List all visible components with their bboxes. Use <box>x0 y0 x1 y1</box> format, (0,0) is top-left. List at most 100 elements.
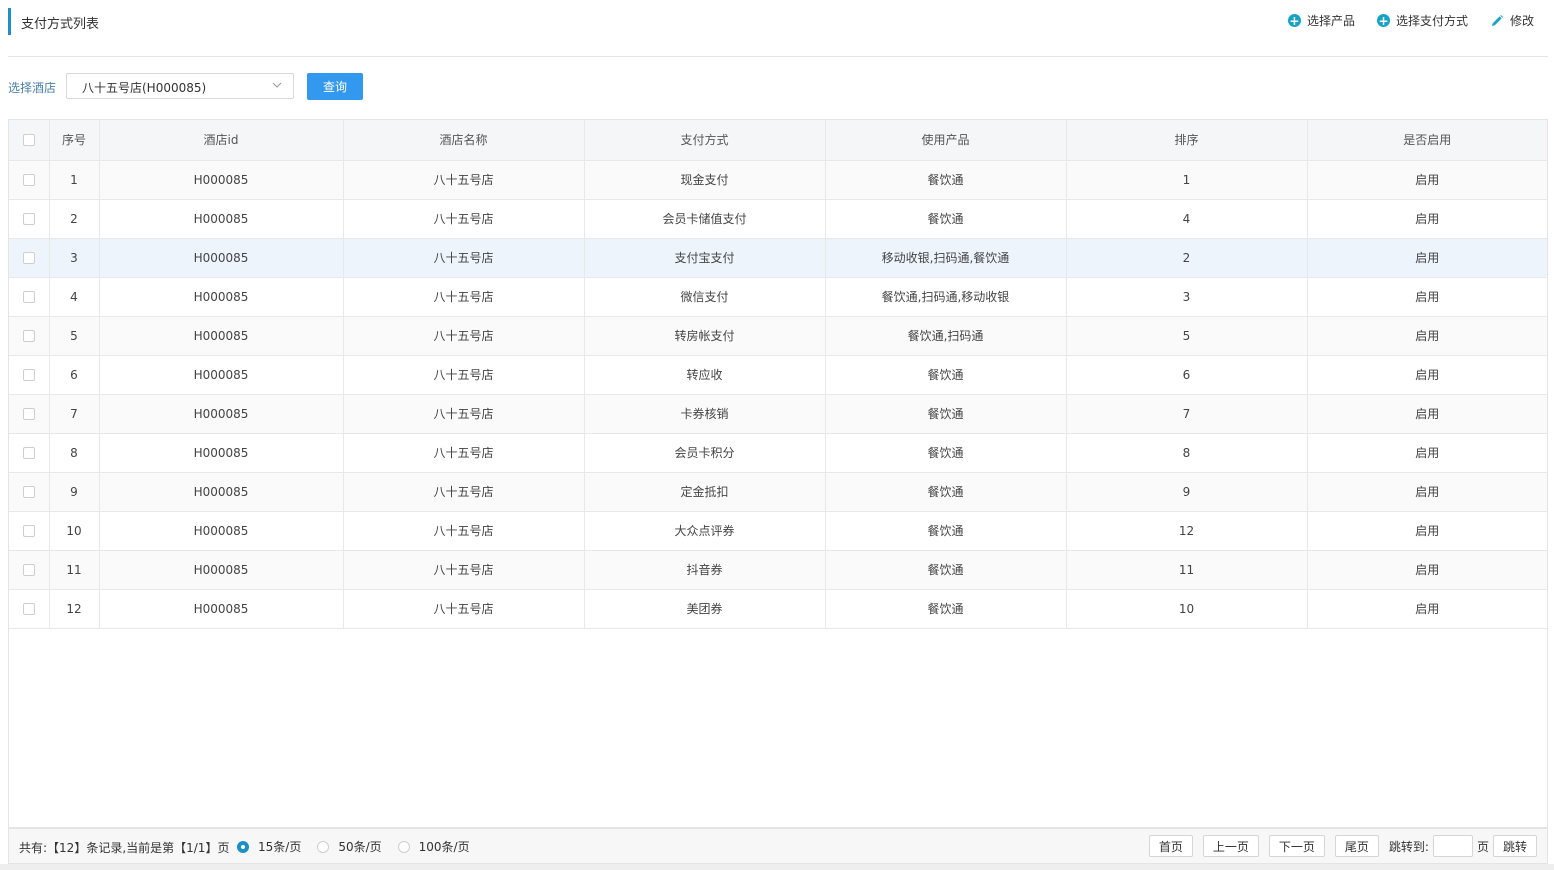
table-row[interactable]: 5 H000085 八十五号店 转房帐支付 餐饮通,扫码通 5 启用 <box>9 316 1547 356</box>
page-unit-label: 页 <box>1476 839 1489 854</box>
row-checkbox[interactable] <box>22 525 35 537</box>
page-size-option[interactable]: 50条/页 <box>317 838 382 855</box>
table-row[interactable]: 7 H000085 八十五号店 卡券核销 餐饮通 7 启用 <box>9 394 1547 434</box>
row-select-cell <box>9 355 50 395</box>
sort-cell: 8 <box>1066 433 1308 473</box>
hotel-id-cell: H000085 <box>99 277 344 317</box>
column-header[interactable]: 使用产品 <box>825 120 1067 161</box>
table-row[interactable]: 11 H000085 八十五号店 抖音券 餐饮通 11 启用 <box>9 550 1547 590</box>
select-all-cell <box>9 120 50 161</box>
enabled-cell: 启用 <box>1307 160 1547 200</box>
table-row[interactable]: 9 H000085 八十五号店 定金抵扣 餐饮通 9 启用 <box>9 472 1547 512</box>
record-info: 共有:【12】条记录,当前是第【1/1】页 <box>19 841 230 855</box>
payment-method-cell: 转房帐支付 <box>584 316 826 356</box>
hotel-id-cell: H000085 <box>99 355 344 395</box>
hotel-select[interactable]: 八十五号店(H000085) <box>66 73 294 99</box>
select-payment-button[interactable]: + 选择支付方式 <box>1376 12 1468 29</box>
hotel-id-cell: H000085 <box>99 550 344 590</box>
row-checkbox[interactable] <box>22 213 35 225</box>
table-row[interactable]: 8 H000085 八十五号店 会员卡积分 餐饮通 8 启用 <box>9 433 1547 473</box>
column-header[interactable]: 序号 <box>49 120 100 161</box>
page-size-label: 15条/页 <box>258 840 302 854</box>
row-checkbox[interactable] <box>22 408 35 420</box>
row-checkbox[interactable] <box>22 447 35 459</box>
seq-cell: 5 <box>49 316 100 356</box>
jump-page-input[interactable] <box>1432 835 1473 857</box>
row-select-cell <box>9 238 50 278</box>
pencil-icon <box>1491 14 1503 26</box>
row-checkbox[interactable] <box>22 369 35 381</box>
column-header[interactable]: 酒店id <box>99 120 344 161</box>
row-checkbox[interactable] <box>22 174 35 186</box>
hotel-name-cell: 八十五号店 <box>343 589 585 629</box>
table-row[interactable]: 3 H000085 八十五号店 支付宝支付 移动收银,扫码通,餐饮通 2 启用 <box>9 238 1547 278</box>
product-cell: 餐饮通 <box>825 550 1067 590</box>
seq-cell: 9 <box>49 472 100 512</box>
row-select-cell <box>9 316 50 356</box>
last-page-button[interactable]: 尾页 <box>1334 835 1379 857</box>
column-header[interactable]: 排序 <box>1066 120 1308 161</box>
table-header-row: 序号 酒店id 酒店名称 支付方式 使用产品 排序 是否启用 <box>9 120 1547 161</box>
hotel-name-cell: 八十五号店 <box>343 511 585 551</box>
sort-cell: 12 <box>1066 511 1308 551</box>
sort-cell: 7 <box>1066 394 1308 434</box>
sort-cell: 4 <box>1066 199 1308 239</box>
table-row[interactable]: 4 H000085 八十五号店 微信支付 餐饮通,扫码通,移动收银 3 启用 <box>9 277 1547 317</box>
hotel-name-cell: 八十五号店 <box>343 472 585 512</box>
seq-cell: 8 <box>49 433 100 473</box>
row-checkbox[interactable] <box>22 564 35 576</box>
payment-method-cell: 现金支付 <box>584 160 826 200</box>
table-row[interactable]: 1 H000085 八十五号店 现金支付 餐饮通 1 启用 <box>9 160 1547 200</box>
prev-page-button[interactable]: 上一页 <box>1202 835 1259 857</box>
seq-cell: 10 <box>49 511 100 551</box>
row-select-cell <box>9 160 50 200</box>
sort-cell: 10 <box>1066 589 1308 629</box>
column-header[interactable]: 支付方式 <box>584 120 826 161</box>
row-checkbox[interactable] <box>22 291 35 303</box>
column-header[interactable]: 酒店名称 <box>343 120 585 161</box>
enabled-cell: 启用 <box>1307 277 1547 317</box>
row-checkbox[interactable] <box>22 252 35 264</box>
page-size-label: 50条/页 <box>338 840 382 854</box>
row-select-cell <box>9 277 50 317</box>
row-checkbox[interactable] <box>22 486 35 498</box>
table-row[interactable]: 6 H000085 八十五号店 转应收 餐饮通 6 启用 <box>9 355 1547 395</box>
payment-method-cell: 微信支付 <box>584 277 826 317</box>
row-checkbox[interactable] <box>22 603 35 615</box>
sort-cell: 6 <box>1066 355 1308 395</box>
seq-cell: 7 <box>49 394 100 434</box>
row-checkbox[interactable] <box>22 330 35 342</box>
query-button[interactable]: 查询 <box>307 73 363 100</box>
select-all-checkbox[interactable] <box>22 134 35 147</box>
product-cell: 餐饮通 <box>825 472 1067 512</box>
next-page-button[interactable]: 下一页 <box>1268 835 1325 857</box>
seq-cell: 12 <box>49 589 100 629</box>
enabled-cell: 启用 <box>1307 355 1547 395</box>
sort-cell: 9 <box>1066 472 1308 512</box>
payment-method-cell: 大众点评券 <box>584 511 826 551</box>
page-size-option[interactable]: 15条/页 <box>237 838 301 855</box>
product-cell: 餐饮通 <box>825 511 1067 551</box>
jump-label: 跳转到: <box>1388 839 1429 854</box>
page-title: 支付方式列表 <box>21 17 100 32</box>
table-row[interactable]: 2 H000085 八十五号店 会员卡储值支付 餐饮通 4 启用 <box>9 199 1547 239</box>
radio-unchecked-icon <box>397 840 410 853</box>
chevron-down-icon <box>272 82 282 88</box>
title-accent-bar <box>8 8 11 35</box>
hotel-name-cell: 八十五号店 <box>343 550 585 590</box>
product-cell: 餐饮通,扫码通,移动收银 <box>825 277 1067 317</box>
first-page-button[interactable]: 首页 <box>1148 835 1193 857</box>
page-size-option[interactable]: 100条/页 <box>397 838 470 855</box>
product-cell: 餐饮通 <box>825 160 1067 200</box>
table-row[interactable]: 10 H000085 八十五号店 大众点评券 餐饮通 12 启用 <box>9 511 1547 551</box>
pager-controls: 首页 上一页 下一页 尾页 跳转到: 页 跳转 <box>1148 835 1537 857</box>
edit-button[interactable]: 修改 <box>1490 12 1534 29</box>
table-row[interactable]: 12 H000085 八十五号店 美团券 餐饮通 10 启用 <box>9 589 1547 629</box>
jump-button[interactable]: 跳转 <box>1492 835 1537 857</box>
hotel-id-cell: H000085 <box>99 316 344 356</box>
enabled-cell: 启用 <box>1307 199 1547 239</box>
row-select-cell <box>9 433 50 473</box>
hotel-select-value: 八十五号店(H000085) <box>82 81 207 95</box>
select-product-button[interactable]: + 选择产品 <box>1287 12 1355 29</box>
column-header[interactable]: 是否启用 <box>1307 120 1547 161</box>
